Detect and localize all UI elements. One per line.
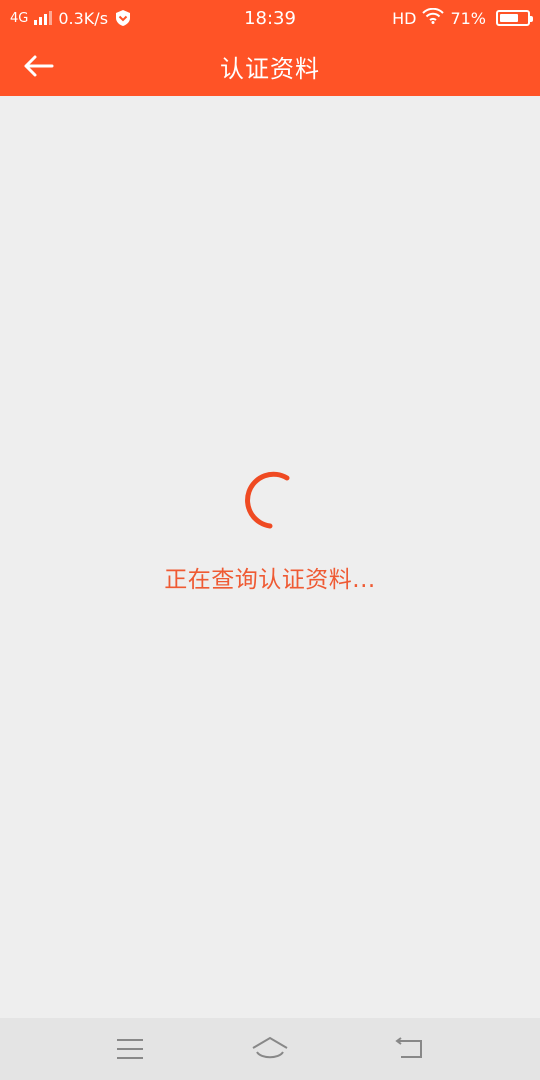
back-icon xyxy=(395,1037,422,1058)
wifi-icon xyxy=(422,7,445,28)
network-type: 4G xyxy=(10,10,29,26)
title-bar: 认证资料 xyxy=(0,36,540,96)
loading-message: 正在查询认证资料... xyxy=(164,567,376,593)
page-title: 认证资料 xyxy=(220,54,320,83)
home-icon xyxy=(252,1036,288,1059)
loading-spinner-icon xyxy=(240,470,300,530)
loading-indicator: 正在查询认证资料... xyxy=(0,470,540,594)
battery-percent: 71% xyxy=(450,8,486,28)
network-speed: 0.3K/s xyxy=(58,8,109,28)
navigation-bar xyxy=(0,1018,540,1080)
status-bar: 4G 0.3K/s 18:39 HD 71% xyxy=(0,0,540,36)
status-right: HD 71% xyxy=(392,7,533,28)
home-button[interactable] xyxy=(240,1024,300,1074)
menu-button[interactable] xyxy=(100,1024,160,1074)
shield-icon xyxy=(114,9,132,27)
battery-fill xyxy=(500,14,519,22)
return-button[interactable] xyxy=(380,1024,440,1074)
menu-icon xyxy=(117,1039,143,1059)
app-screen: 4G 0.3K/s 18:39 HD 71% 认证资料 正在查询认证资料... xyxy=(0,0,540,1080)
hd-indicator: HD xyxy=(392,8,417,28)
status-left: 4G 0.3K/s xyxy=(10,9,132,28)
signal-icon xyxy=(34,11,53,25)
battery-icon xyxy=(496,10,533,26)
